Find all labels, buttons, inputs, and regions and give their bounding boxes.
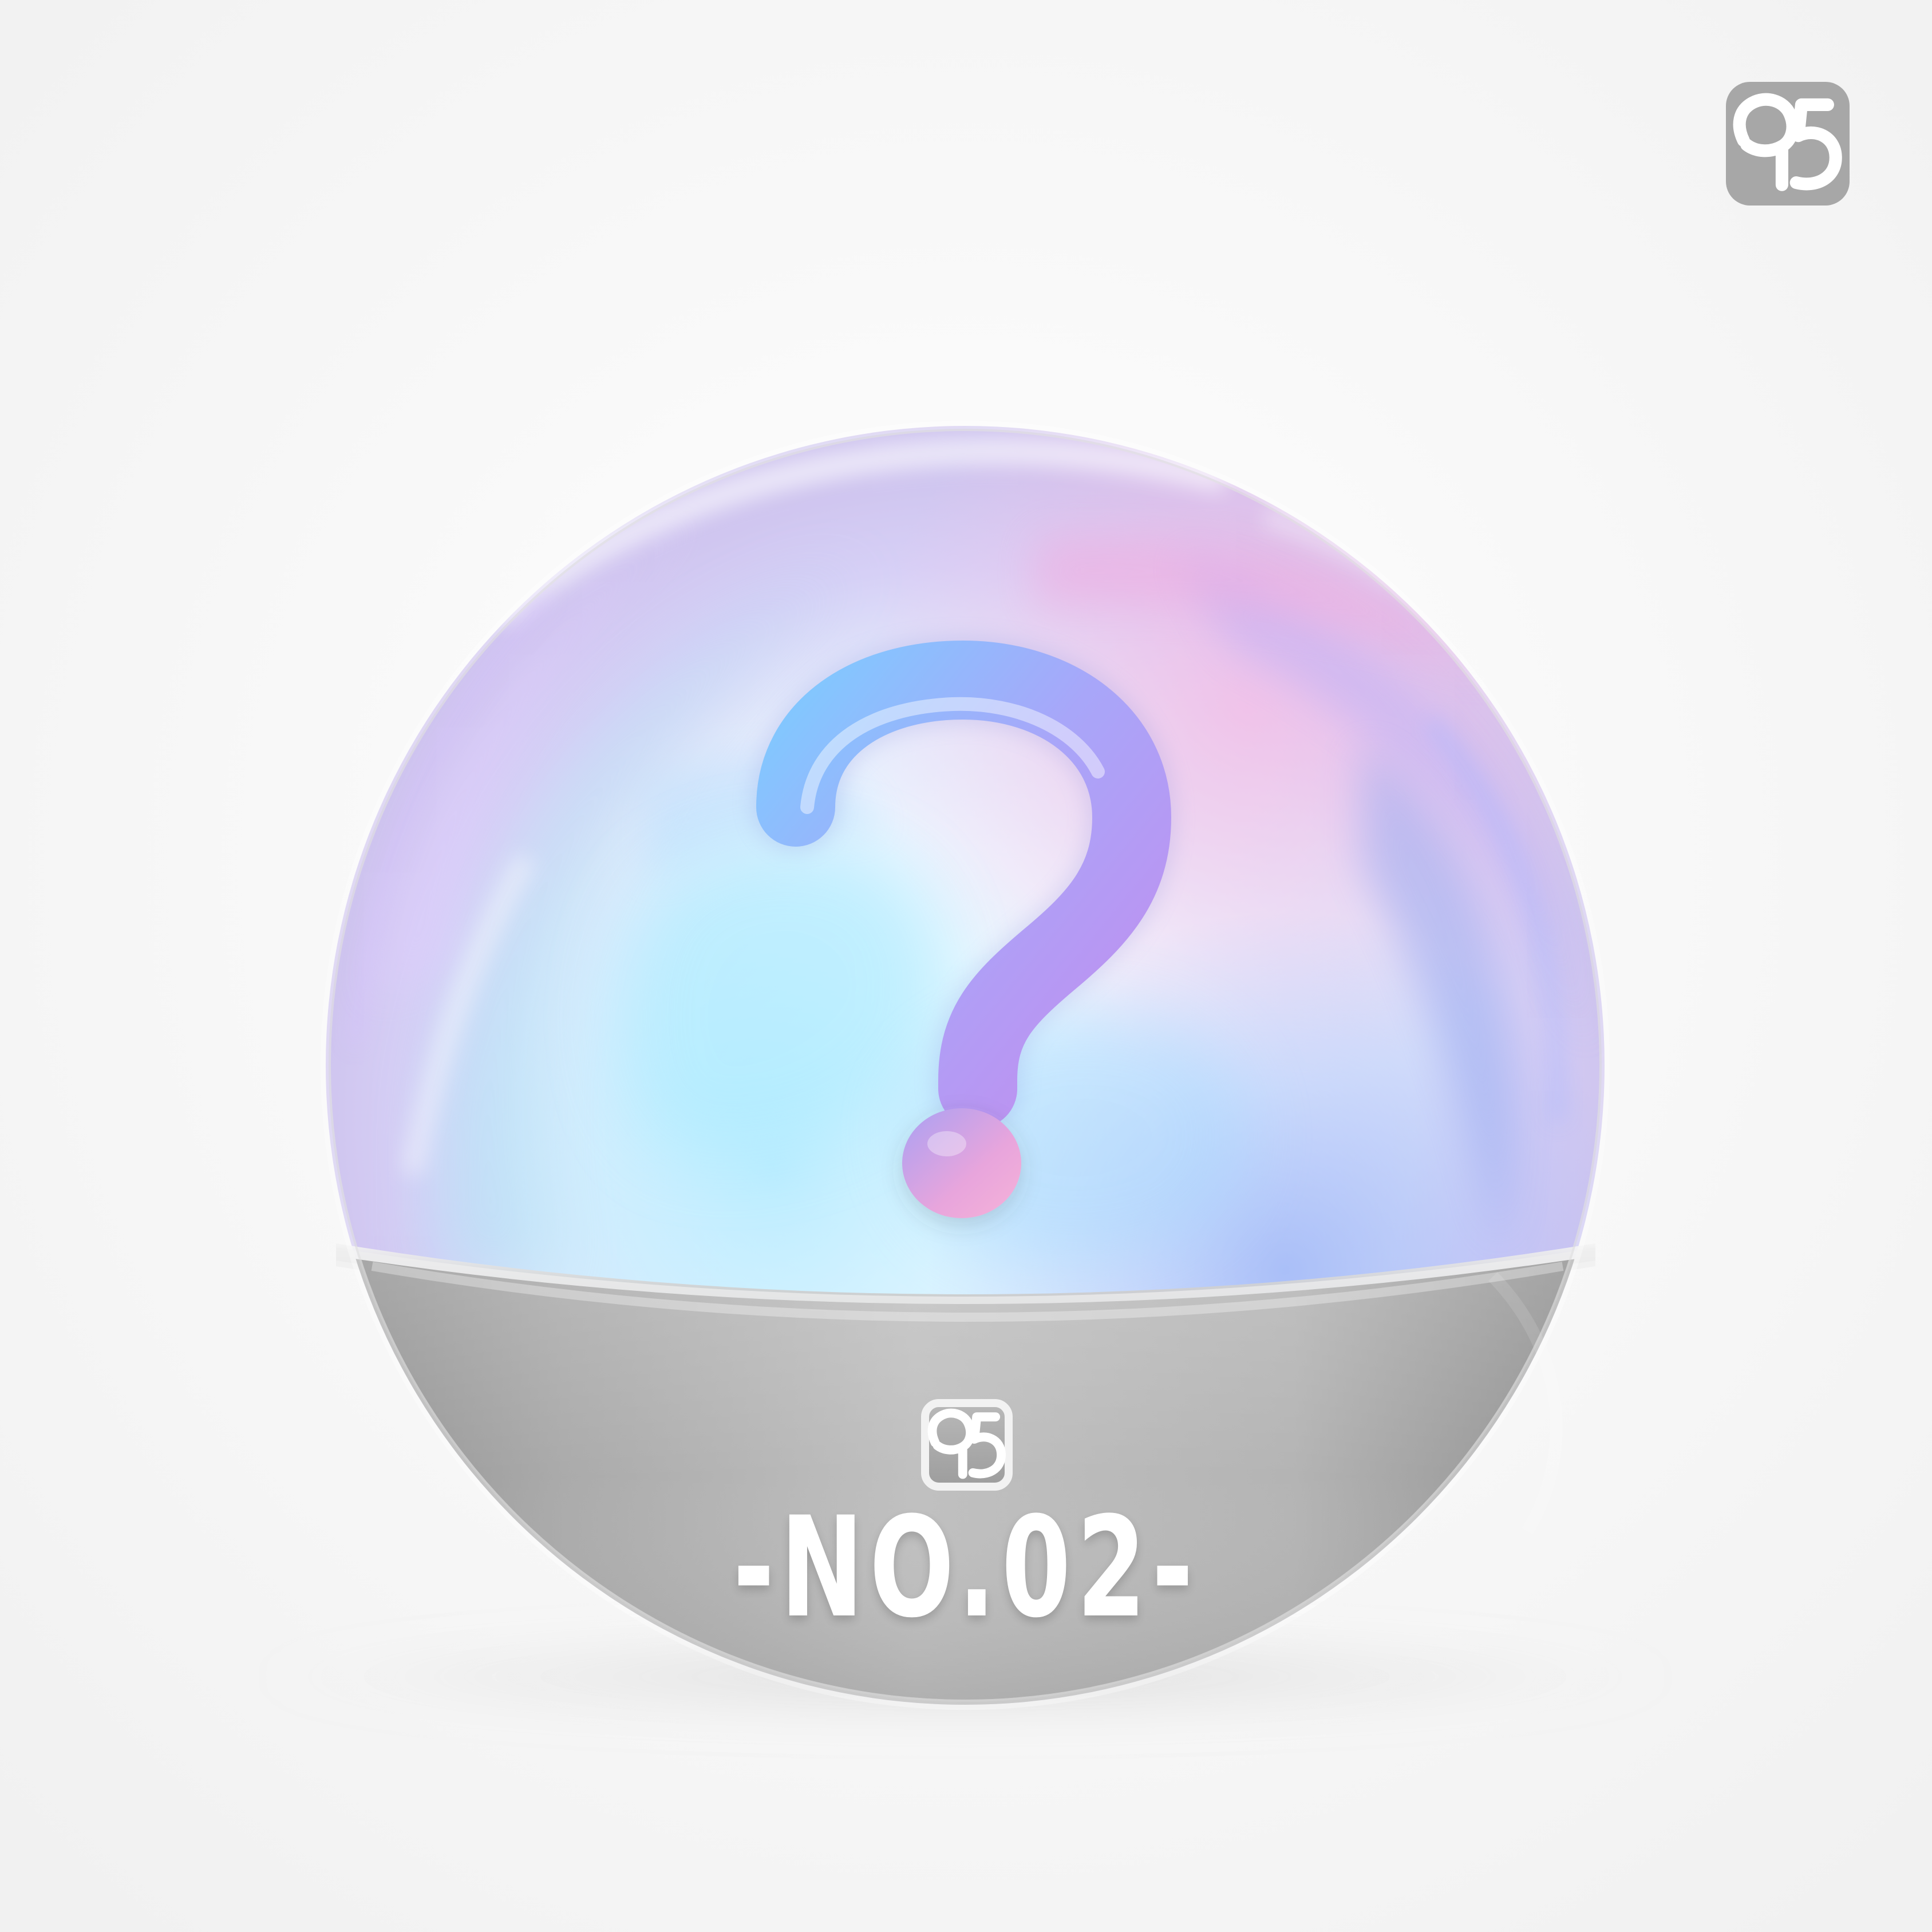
corner-brand-badge [1726, 82, 1850, 206]
capsule-logo-badge [921, 1399, 1013, 1491]
capsule-number-label: -NO.02- [733, 1487, 1199, 1649]
